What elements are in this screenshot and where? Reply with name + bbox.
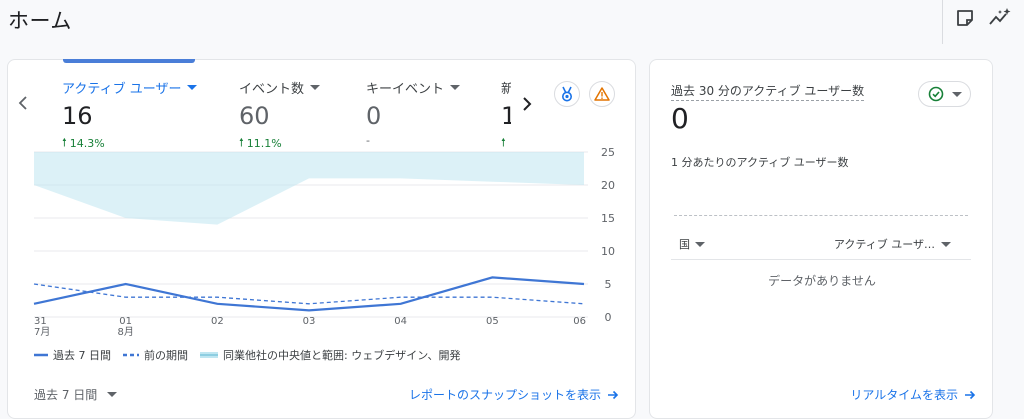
chart-legend: 過去 7 日間 前の期間 同業他社の中央値と範囲: ウェブデザイン、開発 xyxy=(34,347,461,363)
y-tick-label: 10 xyxy=(601,245,615,258)
top-divider xyxy=(942,0,943,44)
top-bar: ホーム xyxy=(0,0,1024,44)
active-users-column-header[interactable]: アクティブ ユーザ… xyxy=(834,236,951,252)
active-users-column-label: アクティブ ユーザ… xyxy=(833,238,935,251)
view-realtime-link[interactable]: リアルタイムを表示 xyxy=(850,386,976,403)
x-tick-month-label: 7月 xyxy=(34,326,50,338)
realtime-card: 過去 30 分のアクティブ ユーザー数 0 1 分あたりのアクティブ ユーザー数… xyxy=(649,59,993,419)
page-title: ホーム xyxy=(8,9,72,33)
date-range-label: 過去 7 日間 xyxy=(34,388,98,402)
current-period-line xyxy=(33,276,585,312)
caret-down-icon xyxy=(107,392,118,397)
empty-state: データがありません xyxy=(768,274,876,288)
y-tick-label: 5 xyxy=(605,278,612,291)
x-tick-label: 04 xyxy=(394,316,407,327)
y-tick-label: 15 xyxy=(601,212,615,225)
insights-icon[interactable] xyxy=(988,7,1011,29)
status-dropdown[interactable] xyxy=(918,81,971,107)
realtime-title: 過去 30 分のアクティブ ユーザー数 xyxy=(671,82,865,101)
arrow-right-icon xyxy=(608,390,619,399)
x-tick-label: 31 xyxy=(34,316,47,327)
x-tick-label: 03 xyxy=(303,316,316,327)
legend-label: 前の期間 xyxy=(144,349,188,362)
legend-label: 過去 7 日間 xyxy=(53,349,111,362)
x-tick-label: 06 xyxy=(573,316,586,327)
realtime-bar-baseline xyxy=(674,215,968,217)
x-tick-label: 05 xyxy=(486,316,499,327)
view-snapshot-link[interactable]: レポートのスナップショットを表示 xyxy=(409,386,619,403)
caret-down-icon xyxy=(695,241,705,247)
y-tick-label: 20 xyxy=(601,179,615,192)
x-tick-label: 01 xyxy=(119,316,132,327)
snapshot-link-label: レポートのスナップショットを表示 xyxy=(408,388,601,402)
caret-down-icon xyxy=(951,91,962,97)
country-column-label: 国 xyxy=(679,238,690,251)
note-icon[interactable] xyxy=(954,7,976,29)
benchmark-band xyxy=(34,152,584,225)
date-range-select[interactable]: 過去 7 日間 xyxy=(34,386,118,403)
legend-label: 同業他社の中央値と範囲: ウェブデザイン、開発 xyxy=(223,349,461,362)
realtime-subtitle: 1 分あたりのアクティブ ユーザー数 xyxy=(671,156,849,169)
caret-down-icon xyxy=(941,241,951,247)
check-circle-icon xyxy=(928,86,943,102)
realtime-link-label: リアルタイムを表示 xyxy=(850,388,958,402)
realtime-value: 0 xyxy=(671,102,689,135)
arrow-right-icon xyxy=(965,390,976,399)
country-column-header[interactable]: 国 xyxy=(679,236,705,252)
x-tick-month-label: 8月 xyxy=(117,326,133,338)
x-tick-label: 02 xyxy=(211,316,224,327)
realtime-table-header: 国 アクティブ ユーザ… xyxy=(671,236,971,260)
active-users-chart: 0510152025 317月018月02 03 04 05 06 xyxy=(33,146,615,338)
y-tick-label: 0 xyxy=(605,311,612,324)
y-tick-label: 25 xyxy=(601,146,615,159)
overview-card: アクティブ ユーザー 16 🠕 14.3% イベント数 60 🠕 11.1% キーイ… xyxy=(7,59,636,419)
